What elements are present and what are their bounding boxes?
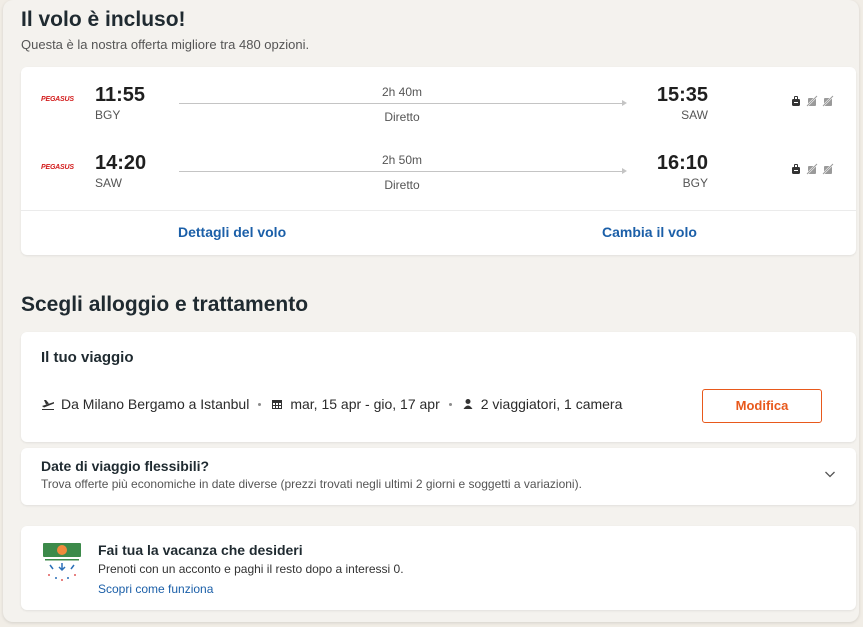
trip-travelers: 2 viaggiatori, 1 camera	[480, 396, 623, 412]
trip-card: Il tuo viaggio Da Milano Bergamo a Istan…	[21, 332, 856, 442]
no-bag-icon	[822, 163, 834, 175]
promo-title: Fai tua la vacanza che desideri	[98, 542, 303, 558]
arrival-time: 15:35	[656, 84, 708, 106]
payment-plan-icon	[43, 543, 81, 581]
airline-logo: PEGASUS	[41, 96, 74, 103]
departure-airport: BGY	[95, 108, 121, 122]
route-line	[179, 168, 627, 174]
modify-button[interactable]: Modifica	[702, 389, 822, 423]
hero-subtitle: Questa è la nostra offerta migliore tra …	[21, 37, 310, 52]
chevron-down-icon[interactable]	[824, 468, 836, 480]
bag-icon	[792, 164, 800, 174]
flight-duration: 2h 40m	[381, 85, 423, 99]
trip-route: Da Milano Bergamo a Istanbul	[61, 396, 250, 412]
flight-leg-outbound: PEGASUS 11:55 BGY 2h 40m Diretto 15:35 S…	[21, 67, 856, 125]
promo-subtitle: Prenoti con un acconto e paghi il resto …	[98, 562, 404, 576]
separator-dot	[448, 402, 452, 406]
flights-card: PEGASUS 11:55 BGY 2h 40m Diretto 15:35 S…	[21, 67, 856, 255]
airline-logo: PEGASUS	[41, 164, 74, 171]
arrival-airport: BGY	[682, 176, 708, 190]
arrival-airport: SAW	[681, 108, 708, 122]
change-flight-link[interactable]: Cambia il volo	[602, 224, 697, 240]
flexible-dates-card[interactable]: Date di viaggio flessibili? Trova offert…	[21, 448, 856, 505]
route-line	[179, 100, 627, 106]
flexible-dates-title: Date di viaggio flessibili?	[41, 458, 210, 474]
how-it-works-link[interactable]: Scopri come funziona	[98, 582, 213, 596]
person-icon	[463, 399, 473, 409]
hero-title: Il volo è incluso!	[21, 8, 186, 31]
departure-airport: SAW	[95, 176, 122, 190]
flight-leg-return: PEGASUS 14:20 SAW 2h 50m Diretto 16:10 B…	[21, 135, 856, 193]
stay-section-title: Scegli alloggio e trattamento	[21, 293, 309, 316]
page-frame: Il volo è incluso! Questa è la nostra of…	[3, 0, 859, 622]
flight-duration: 2h 50m	[381, 153, 423, 167]
departure-time: 11:55	[95, 84, 146, 106]
trip-title: Il tuo viaggio	[41, 349, 134, 366]
trip-summary: Da Milano Bergamo a Istanbul mar, 15 apr…	[41, 396, 622, 412]
no-bag-icon	[806, 163, 818, 175]
flexible-dates-subtitle: Trova offerte più economiche in date div…	[41, 477, 582, 491]
baggage-icons	[790, 163, 834, 175]
calendar-icon	[272, 400, 283, 409]
trip-dates: mar, 15 apr - gio, 17 apr	[290, 396, 440, 412]
no-bag-icon	[806, 95, 818, 107]
divider	[21, 210, 856, 211]
no-bag-icon	[822, 95, 834, 107]
promo-card: Fai tua la vacanza che desideri Prenoti …	[21, 526, 856, 610]
separator-dot	[258, 402, 262, 406]
baggage-icons	[790, 95, 834, 107]
arrival-time: 16:10	[656, 152, 708, 174]
departure-time: 14:20	[95, 152, 147, 174]
bag-icon	[792, 96, 800, 106]
plane-icon	[42, 400, 54, 410]
flight-details-link[interactable]: Dettagli del volo	[178, 224, 286, 240]
flight-stops: Diretto	[384, 178, 420, 192]
flight-stops: Diretto	[384, 110, 420, 124]
